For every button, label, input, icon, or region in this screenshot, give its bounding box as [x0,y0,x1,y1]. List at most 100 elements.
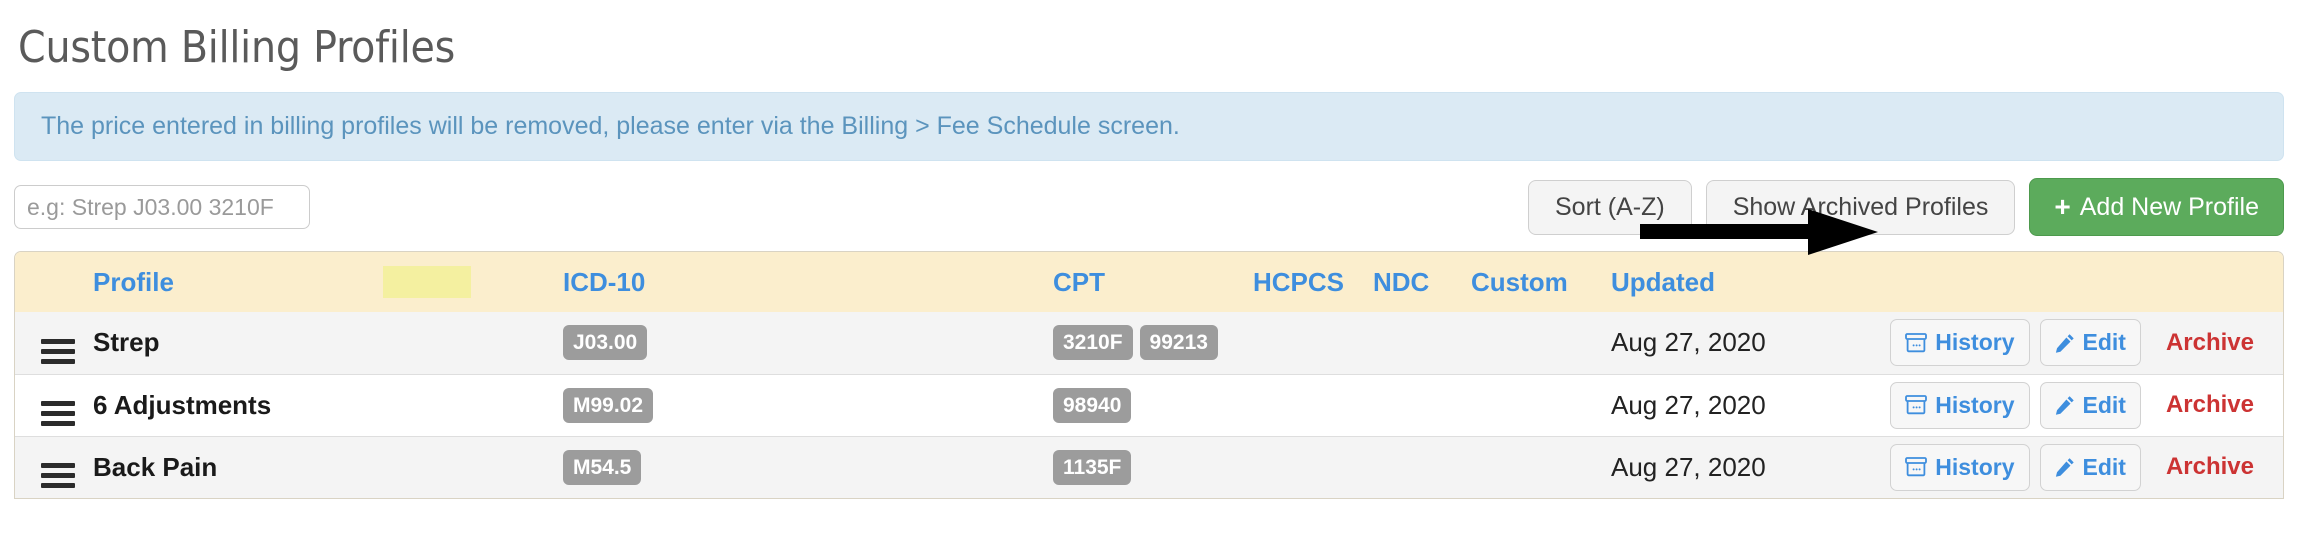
edit-label: Edit [2082,453,2126,480]
cell-row-actions: History Edit Archive [1821,312,2283,374]
cell-hcpcs [1253,435,1373,498]
drag-handle-icon[interactable] [41,338,75,364]
plus-icon: + [2054,191,2071,222]
cell-updated: Aug 27, 2020 [1611,312,1821,374]
history-label: History [1935,453,2015,480]
sort-button[interactable]: Sort (A-Z) [1527,179,1692,235]
page-title: Custom Billing Profiles [18,22,456,73]
pencil-icon [2055,333,2075,353]
row-actions: History Edit Archive [1821,379,2283,431]
cell-icd10: M54.5 [563,435,1053,498]
edit-button[interactable]: Edit [2039,381,2141,429]
edit-button[interactable]: Edit [2039,319,2141,367]
cell-updated: Aug 27, 2020 [1611,373,1821,436]
updated-date: Aug 27, 2020 [1611,451,1766,482]
archive-box-icon [1905,457,1928,477]
header-custom[interactable]: Custom [1471,252,1611,312]
cpt-badge: 3210F [1053,325,1133,361]
cell-drag-handle[interactable] [15,312,93,374]
history-label: History [1935,391,2015,418]
history-label: History [1935,329,2015,356]
add-new-profile-label: Add New Profile [2079,192,2259,221]
profiles-table-body: Strep J03.00 3210F 99213 Aug 27, 2020 History… [15,312,2283,498]
cell-drag-handle[interactable] [15,373,93,436]
header-cpt[interactable]: CPT [1053,252,1253,312]
row-actions: History Edit Archive [1821,441,2283,493]
cpt-badge: 1135F [1053,449,1132,485]
cell-custom [1471,373,1611,436]
cell-profile-name: Strep [93,312,383,374]
table-row[interactable]: Back Pain M54.5 1135F Aug 27, 2020 History Ed… [15,435,2283,498]
icd10-badge: J03.00 [563,325,648,361]
add-new-profile-button[interactable]: + Add New Profile [2029,178,2284,236]
info-alert: The price entered in billing profiles wi… [14,92,2284,161]
pencil-icon [2055,395,2075,415]
cell-cpt: 1135F [1053,435,1253,498]
table-row[interactable]: 6 Adjustments M99.02 98940 Aug 27, 2020 Hist… [15,373,2283,436]
icd10-badge: M99.02 [563,387,654,423]
archive-button[interactable]: Archive [2151,317,2269,369]
updated-date: Aug 27, 2020 [1611,327,1766,358]
cell-updated: Aug 27, 2020 [1611,435,1821,498]
header-highlight-swatch [383,252,563,312]
cell-spacer [383,373,563,436]
billing-profiles-page: Custom Billing Profiles The price entere… [0,0,2298,552]
cell-hcpcs [1253,312,1373,374]
cpt-badge: 98940 [1053,387,1132,423]
header-actions [1821,252,2283,312]
pencil-icon [2055,457,2075,478]
cell-ndc [1373,435,1471,498]
header-handle [15,252,93,312]
cell-ndc [1373,373,1471,436]
history-button[interactable]: History [1890,319,2030,367]
icd10-badge: M54.5 [563,449,642,485]
profiles-table-header: Profile ICD-10 CPT HCPCS NDC Custom Upda… [15,252,2283,312]
cpt-badge: 99213 [1139,325,1218,361]
profile-name: 6 Adjustments [93,389,272,420]
cell-hcpcs [1253,373,1373,436]
edit-button[interactable]: Edit [2039,443,2141,491]
cell-custom [1471,435,1611,498]
history-button[interactable]: History [1890,443,2030,491]
cell-cpt: 98940 [1053,373,1253,436]
edit-label: Edit [2082,391,2126,418]
yellow-highlight-block [383,266,471,298]
header-hcpcs[interactable]: HCPCS [1253,252,1373,312]
archive-button[interactable]: Archive [2151,379,2269,431]
info-alert-message: The price entered in billing profiles wi… [41,112,1180,140]
header-ndc[interactable]: NDC [1373,252,1471,312]
cell-profile-name: Back Pain [93,435,383,498]
cell-icd10: M99.02 [563,373,1053,436]
cell-row-actions: History Edit Archive [1821,373,2283,436]
show-archived-profiles-button[interactable]: Show Archived Profiles [1705,179,2016,235]
archive-button[interactable]: Archive [2151,441,2269,493]
history-button[interactable]: History [1890,381,2030,429]
cell-cpt: 3210F 99213 [1053,312,1253,374]
header-updated[interactable]: Updated [1611,252,1821,312]
header-icd10[interactable]: ICD-10 [563,252,1053,312]
cell-custom [1471,312,1611,374]
profile-name: Back Pain [93,451,218,482]
cell-row-actions: History Edit Archive [1821,435,2283,498]
cell-drag-handle[interactable] [15,435,93,498]
search-input[interactable] [14,185,310,229]
archive-box-icon [1905,332,1928,353]
profiles-table-container: Profile ICD-10 CPT HCPCS NDC Custom Upda… [14,251,2284,499]
profile-name: Strep [93,327,160,358]
archive-box-icon [1905,395,1928,415]
cell-profile-name: 6 Adjustments [93,373,383,436]
header-profile[interactable]: Profile [93,252,383,312]
cell-spacer [383,312,563,374]
row-actions: History Edit Archive [1821,317,2283,369]
table-row[interactable]: Strep J03.00 3210F 99213 Aug 27, 2020 History… [15,312,2283,374]
cell-ndc [1373,312,1471,374]
updated-date: Aug 27, 2020 [1611,389,1766,420]
drag-handle-icon[interactable] [41,463,75,489]
drag-handle-icon[interactable] [41,401,75,426]
edit-label: Edit [2082,329,2126,356]
profiles-table: Profile ICD-10 CPT HCPCS NDC Custom Upda… [15,252,2283,498]
cell-icd10: J03.00 [563,312,1053,374]
table-header-row: Profile ICD-10 CPT HCPCS NDC Custom Upda… [15,252,2283,312]
toolbar-actions: Sort (A-Z) Show Archived Profiles + Add … [1527,178,2284,236]
cell-spacer [383,435,563,498]
